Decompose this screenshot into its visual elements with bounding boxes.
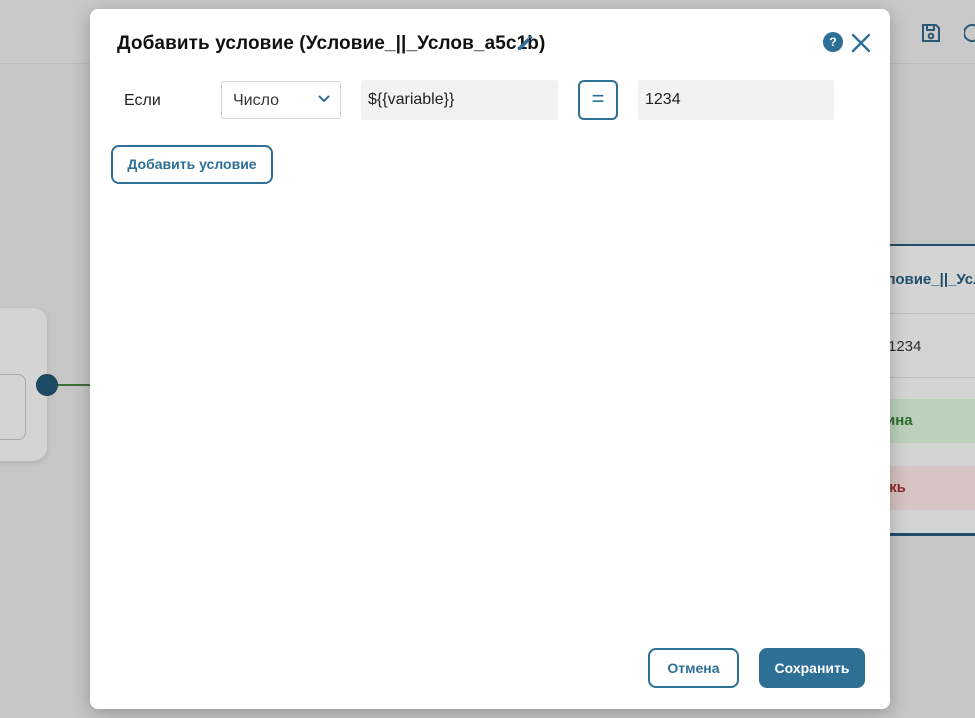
type-select-value: Число bbox=[233, 92, 280, 109]
chevron-down-icon bbox=[318, 95, 330, 103]
pencil-icon[interactable] bbox=[515, 33, 535, 53]
divider bbox=[880, 313, 975, 314]
if-label: Если bbox=[124, 92, 161, 109]
variable-input[interactable] bbox=[361, 80, 558, 120]
operator-button[interactable]: = bbox=[578, 80, 618, 120]
close-icon[interactable] bbox=[851, 33, 871, 53]
true-branch[interactable]: ина bbox=[880, 399, 975, 443]
save-button[interactable]: Сохранить bbox=[759, 648, 865, 688]
type-select[interactable]: Число bbox=[221, 81, 341, 119]
dialog-title: Добавить условие (Условие_||_Услов_a5c1b… bbox=[117, 33, 546, 54]
flow-port-dot[interactable] bbox=[36, 374, 58, 396]
cancel-button[interactable]: Отмена bbox=[648, 648, 739, 688]
save-icon[interactable] bbox=[920, 22, 942, 44]
add-condition-button[interactable]: Добавить условие bbox=[111, 145, 273, 184]
condition-node-title: ловие_||_Услов bbox=[886, 271, 975, 288]
add-condition-dialog: Добавить условие (Условие_||_Услов_a5c1b… bbox=[90, 9, 890, 709]
divider bbox=[880, 377, 975, 378]
refresh-icon[interactable] bbox=[964, 22, 975, 44]
compare-value-input[interactable] bbox=[638, 80, 834, 120]
flow-connector bbox=[56, 384, 92, 386]
condition-node-card[interactable]: ловие_||_Услов 1234 ина жь bbox=[880, 244, 975, 536]
false-branch[interactable]: жь bbox=[880, 466, 975, 510]
help-icon[interactable]: ? bbox=[823, 32, 843, 52]
flow-node-left-inner bbox=[0, 374, 26, 440]
condition-node-value: 1234 bbox=[888, 338, 922, 355]
